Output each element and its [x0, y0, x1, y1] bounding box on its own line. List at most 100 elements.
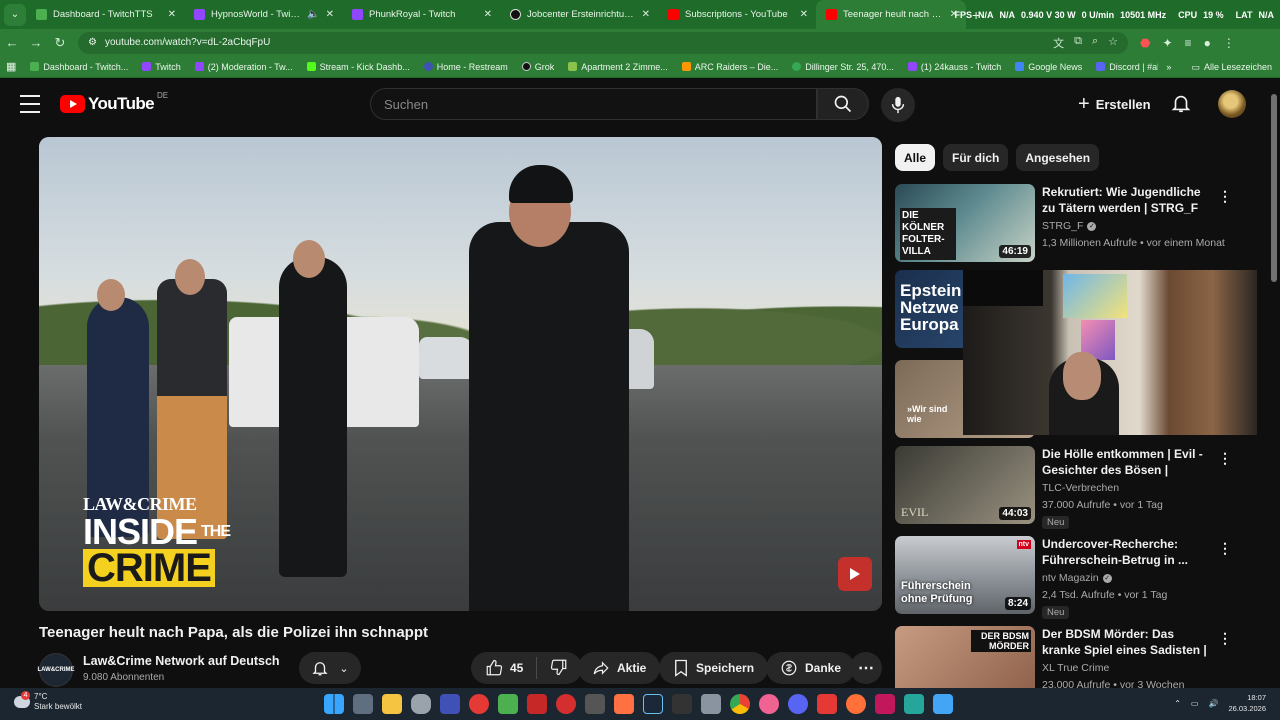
menu-hamburger-icon[interactable]	[20, 95, 40, 113]
bookmark-item[interactable]: Stream - Kick Dashb...	[306, 62, 410, 72]
network-icon[interactable]: ▭	[1191, 699, 1199, 708]
chip-fuer-dich[interactable]: Für dich	[943, 144, 1009, 171]
app-icon[interactable]	[498, 694, 518, 714]
save-button[interactable]: Speichern	[659, 652, 769, 684]
item-menu-icon[interactable]: ⋮	[1218, 450, 1232, 467]
back-icon[interactable]: ←	[0, 31, 24, 55]
app-icon[interactable]	[585, 694, 605, 714]
discord-icon[interactable]	[788, 694, 808, 714]
bookmark-item[interactable]: Apartment 2 Zimme...	[568, 62, 668, 72]
bookmark-star-icon[interactable]: ☆	[1108, 35, 1118, 51]
more-bookmarks-icon[interactable]: »	[1166, 62, 1171, 72]
adblock-icon[interactable]: ⬣	[1140, 36, 1150, 50]
apps-icon[interactable]: ▦	[6, 60, 16, 73]
clock[interactable]: 18:07 26.03.2026	[1228, 692, 1266, 714]
bookmark-item[interactable]: (1) 24kauss - Twitch	[907, 62, 1001, 72]
video-player[interactable]: LAW&CRIME INSIDE THE CRIME	[39, 137, 882, 611]
app-icon[interactable]	[614, 694, 634, 714]
all-bookmarks[interactable]: ▭ Alle Lesezeichen	[1191, 62, 1272, 73]
app-icon[interactable]	[672, 694, 692, 714]
bookmark-item[interactable]: Google News	[1015, 62, 1082, 72]
mouse-app-icon[interactable]	[411, 694, 431, 714]
recommendation-item[interactable]: DIE KÖLNER FOLTER-VILLA 46:19 Rekrutiert…	[895, 184, 1235, 264]
chip-alle[interactable]: Alle	[895, 144, 936, 171]
address-bar[interactable]: ⚙ youtube.com/watch?v=dL-2aCbqFpU 文 ⧉ ⌕ …	[78, 31, 1128, 54]
forward-icon[interactable]: →	[24, 31, 48, 55]
reload-icon[interactable]: ↻	[48, 31, 72, 55]
bookmark-item[interactable]: Twitch	[142, 62, 181, 72]
bookmark-item[interactable]: (2) Moderation - Tw...	[194, 62, 293, 72]
translate-icon[interactable]: 文	[1053, 35, 1064, 51]
browser-tab[interactable]: HypnosWorld - Twitch 🔈 ✕	[184, 0, 342, 29]
item-menu-icon[interactable]: ⋮	[1218, 630, 1232, 647]
profile-icon[interactable]: ●	[1204, 36, 1211, 50]
tab-close-icon[interactable]: ✕	[326, 9, 334, 20]
weather-widget[interactable]: 4 7°C Stark bewölkt	[12, 691, 92, 716]
more-actions-button[interactable]: ⋯	[850, 652, 882, 684]
record-icon[interactable]	[556, 694, 576, 714]
video-thumbnail[interactable]: DER BDSM MÖRDER	[895, 626, 1035, 688]
notifications-button[interactable]	[1170, 92, 1192, 119]
tab-close-icon[interactable]: ✕	[800, 9, 808, 20]
bookmark-item[interactable]: Grok	[521, 62, 554, 72]
browser-tab[interactable]: Dashboard - TwitchTTS ✕	[26, 0, 184, 29]
item-menu-icon[interactable]: ⋮	[1218, 188, 1232, 205]
channel-name[interactable]: Law&Crime Network auf Deutsch	[83, 654, 280, 668]
bookmark-item[interactable]: Dillinger Str. 25, 470...	[792, 62, 894, 72]
windows-start-icon[interactable]	[324, 694, 344, 714]
page-scrollbar[interactable]	[1270, 80, 1278, 688]
calculator-icon[interactable]	[353, 694, 373, 714]
tab-close-icon[interactable]: ✕	[642, 9, 650, 20]
youtube-logo[interactable]: YouTube DE	[60, 91, 168, 114]
bookmark-item[interactable]: ARC Raiders – Die...	[681, 62, 778, 72]
chip-angesehen[interactable]: Angesehen	[1016, 144, 1100, 171]
search-input[interactable]: Suchen	[370, 88, 817, 120]
steam-icon[interactable]	[643, 694, 663, 714]
voice-search-button[interactable]	[881, 88, 915, 122]
search-button[interactable]	[817, 88, 869, 120]
browser-tab[interactable]: Jobcenter Ersteinrichtung: Betr... ✕	[500, 0, 658, 29]
app-icon[interactable]	[527, 694, 547, 714]
scrollbar-thumb[interactable]	[1271, 94, 1277, 282]
recommendation-item[interactable]: DER BDSM MÖRDER Der BDSM Mörder: Das kra…	[895, 626, 1235, 688]
browser-tab[interactable]: Subscriptions - YouTube ✕	[658, 0, 816, 29]
tab-close-icon[interactable]: ✕	[484, 9, 492, 20]
app-icon[interactable]	[904, 694, 924, 714]
dislike-button[interactable]	[550, 658, 568, 679]
video-thumbnail[interactable]: EVIL 44:03	[895, 446, 1035, 524]
opera-gx-icon[interactable]	[469, 694, 489, 714]
app-icon[interactable]	[875, 694, 895, 714]
extensions-icon[interactable]: ✦	[1162, 36, 1172, 50]
tab-close-icon[interactable]: ✕	[168, 9, 176, 20]
share-button[interactable]: Aktie	[578, 652, 661, 684]
channel-watermark-icon[interactable]	[838, 557, 872, 591]
media-icon[interactable]: ≡	[1185, 36, 1192, 50]
file-explorer-icon[interactable]	[382, 694, 402, 714]
site-info-icon[interactable]: ⚙	[88, 37, 97, 48]
app-icon[interactable]	[817, 694, 837, 714]
video-thumbnail[interactable]: Führerschein ohne Prüfung ntv 8:24	[895, 536, 1035, 614]
like-button[interactable]: 45	[485, 659, 523, 677]
user-avatar[interactable]	[1218, 90, 1246, 118]
browser-tab[interactable]: PhunkRoyal - Twitch ✕	[342, 0, 500, 29]
create-button[interactable]: + Erstellen	[1068, 88, 1161, 120]
app-icon[interactable]	[933, 694, 953, 714]
recommendation-item[interactable]: EVIL 44:03 Die Hölle entkommen | Evil - …	[895, 446, 1235, 529]
app-icon[interactable]	[759, 694, 779, 714]
speaker-icon[interactable]: 🔈	[307, 9, 319, 20]
video-thumbnail[interactable]: DIE KÖLNER FOLTER-VILLA 46:19	[895, 184, 1035, 262]
bookmark-item[interactable]: Home - Restream	[423, 62, 508, 72]
thanks-button[interactable]: Danke	[766, 652, 856, 684]
app-v-icon[interactable]	[440, 694, 460, 714]
chrome-icon[interactable]	[730, 694, 750, 714]
cast-icon[interactable]: ⧉	[1074, 35, 1082, 51]
recommendation-item[interactable]: Führerschein ohne Prüfung ntv 8:24 Under…	[895, 536, 1235, 619]
subscription-bell-button[interactable]: ⌄	[299, 652, 361, 684]
menu-icon[interactable]: ⋮	[1223, 36, 1235, 50]
item-menu-icon[interactable]: ⋮	[1218, 540, 1232, 557]
volume-icon[interactable]: 🔊	[1208, 699, 1218, 708]
bookmark-item[interactable]: Dashboard - Twitch...	[30, 62, 128, 72]
tray-chevron-icon[interactable]: ⌃	[1174, 699, 1181, 708]
zoom-icon[interactable]: ⌕	[1092, 35, 1098, 51]
browser-tab-active[interactable]: Teenager heult nach Papa... ✕	[816, 0, 966, 29]
